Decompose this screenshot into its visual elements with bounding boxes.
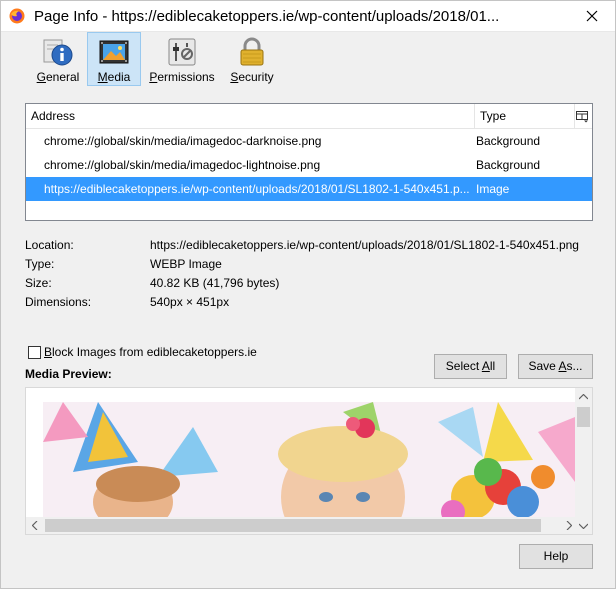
list-item-selected[interactable]: https://ediblecaketoppers.ie/wp-content/… bbox=[26, 177, 592, 201]
window-title: Page Info - https://ediblecaketoppers.ie… bbox=[34, 8, 500, 25]
scroll-up-arrow[interactable] bbox=[575, 388, 592, 405]
dimensions-label: Dimensions: bbox=[25, 295, 92, 309]
type-label: Type: bbox=[25, 257, 55, 271]
tab-label: Media bbox=[97, 70, 131, 84]
preview-vertical-scrollbar[interactable] bbox=[575, 388, 592, 519]
location-value: https://ediblecaketoppers.ie/wp-content/… bbox=[150, 238, 579, 252]
media-details: Location: https://ediblecaketoppers.ie/w… bbox=[25, 236, 595, 312]
chevron-up-icon bbox=[579, 393, 588, 399]
close-button[interactable] bbox=[569, 1, 615, 31]
size-value: 40.82 KB (41,796 bytes) bbox=[150, 276, 280, 290]
title-bar: Page Info - https://ediblecaketoppers.ie… bbox=[1, 1, 615, 32]
dimensions-value: 540px × 451px bbox=[150, 295, 230, 309]
media-address: chrome://global/skin/media/imagedoc-ligh… bbox=[44, 158, 321, 172]
preview-horizontal-scrollbar[interactable] bbox=[26, 517, 577, 534]
scroll-corner bbox=[575, 517, 592, 534]
media-type: Background bbox=[476, 134, 541, 148]
type-value: WEBP Image bbox=[150, 257, 222, 271]
size-label: Size: bbox=[25, 276, 52, 290]
media-preview[interactable] bbox=[25, 387, 593, 535]
column-header-address[interactable]: Address bbox=[26, 104, 475, 128]
info-icon bbox=[43, 39, 73, 66]
tab-label: Security bbox=[230, 70, 274, 84]
column-header-type[interactable]: Type bbox=[475, 104, 575, 128]
tab-label: Permissions bbox=[149, 70, 215, 84]
block-images-checkbox[interactable] bbox=[28, 346, 41, 359]
horizontal-scroll-thumb[interactable] bbox=[45, 519, 541, 532]
tab-security[interactable]: Security bbox=[223, 32, 281, 86]
media-type: Image bbox=[476, 182, 510, 196]
lock-icon bbox=[240, 37, 264, 66]
block-images-label[interactable]: Block Images from ediblecaketoppers.ie bbox=[44, 345, 257, 359]
tab-media[interactable]: Media bbox=[87, 32, 141, 86]
permissions-icon bbox=[168, 38, 196, 66]
save-as-button[interactable]: Save As... bbox=[518, 354, 593, 379]
chevron-right-icon bbox=[566, 521, 572, 530]
media-icon bbox=[99, 40, 129, 64]
media-list-header: Address Type bbox=[26, 104, 592, 129]
list-item[interactable]: chrome://global/skin/media/imagedoc-dark… bbox=[26, 129, 592, 153]
vertical-scroll-thumb[interactable] bbox=[577, 407, 590, 427]
list-item[interactable]: chrome://global/skin/media/imagedoc-ligh… bbox=[26, 153, 592, 177]
tab-general[interactable]: General bbox=[32, 32, 84, 86]
chevron-left-icon bbox=[31, 521, 37, 530]
media-type: Background bbox=[476, 158, 541, 172]
tab-permissions[interactable]: Permissions bbox=[145, 32, 219, 86]
select-all-button[interactable]: Select All bbox=[434, 354, 507, 379]
help-button[interactable]: Help bbox=[519, 544, 593, 569]
close-icon bbox=[586, 10, 598, 22]
location-row: Location: https://ediblecaketoppers.ie/w… bbox=[25, 236, 595, 255]
page-info-window: Page Info - https://ediblecaketoppers.ie… bbox=[0, 0, 616, 589]
chevron-down-icon bbox=[579, 523, 588, 529]
media-preview-label: Media Preview: bbox=[25, 367, 112, 381]
scroll-down-arrow[interactable] bbox=[575, 517, 592, 534]
tab-label: General bbox=[36, 70, 80, 84]
tab-toolbar: General Media Permissions Security bbox=[1, 32, 615, 87]
type-row: Type: WEBP Image bbox=[25, 255, 595, 274]
column-picker-icon[interactable] bbox=[575, 109, 589, 123]
dimensions-row: Dimensions: 540px × 451px bbox=[25, 293, 595, 312]
firefox-icon bbox=[9, 8, 25, 24]
media-list[interactable]: Address Type chrome://global/skin/media/… bbox=[25, 103, 593, 221]
size-row: Size: 40.82 KB (41,796 bytes) bbox=[25, 274, 595, 293]
media-address: chrome://global/skin/media/imagedoc-dark… bbox=[44, 134, 322, 148]
preview-image bbox=[43, 402, 575, 518]
media-address: https://ediblecaketoppers.ie/wp-content/… bbox=[44, 182, 470, 196]
location-label: Location: bbox=[25, 238, 74, 252]
scroll-left-arrow[interactable] bbox=[26, 517, 43, 534]
